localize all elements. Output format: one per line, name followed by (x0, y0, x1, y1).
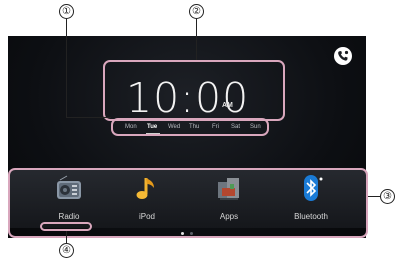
callout-2-leader (196, 19, 197, 60)
phone-icon (338, 50, 349, 61)
callout-1-leader (66, 19, 67, 118)
clock-highlight (103, 60, 285, 121)
callout-2: ② (189, 4, 204, 19)
callout-3-leader (368, 196, 380, 197)
indicator-highlight (40, 222, 92, 231)
callout-1-leader-h (66, 117, 111, 118)
callout-4-leader (66, 231, 67, 243)
phone-button[interactable] (334, 47, 352, 65)
callout-3: ③ (380, 189, 395, 204)
callout-1: ① (59, 4, 74, 19)
callout-4: ④ (59, 243, 74, 258)
